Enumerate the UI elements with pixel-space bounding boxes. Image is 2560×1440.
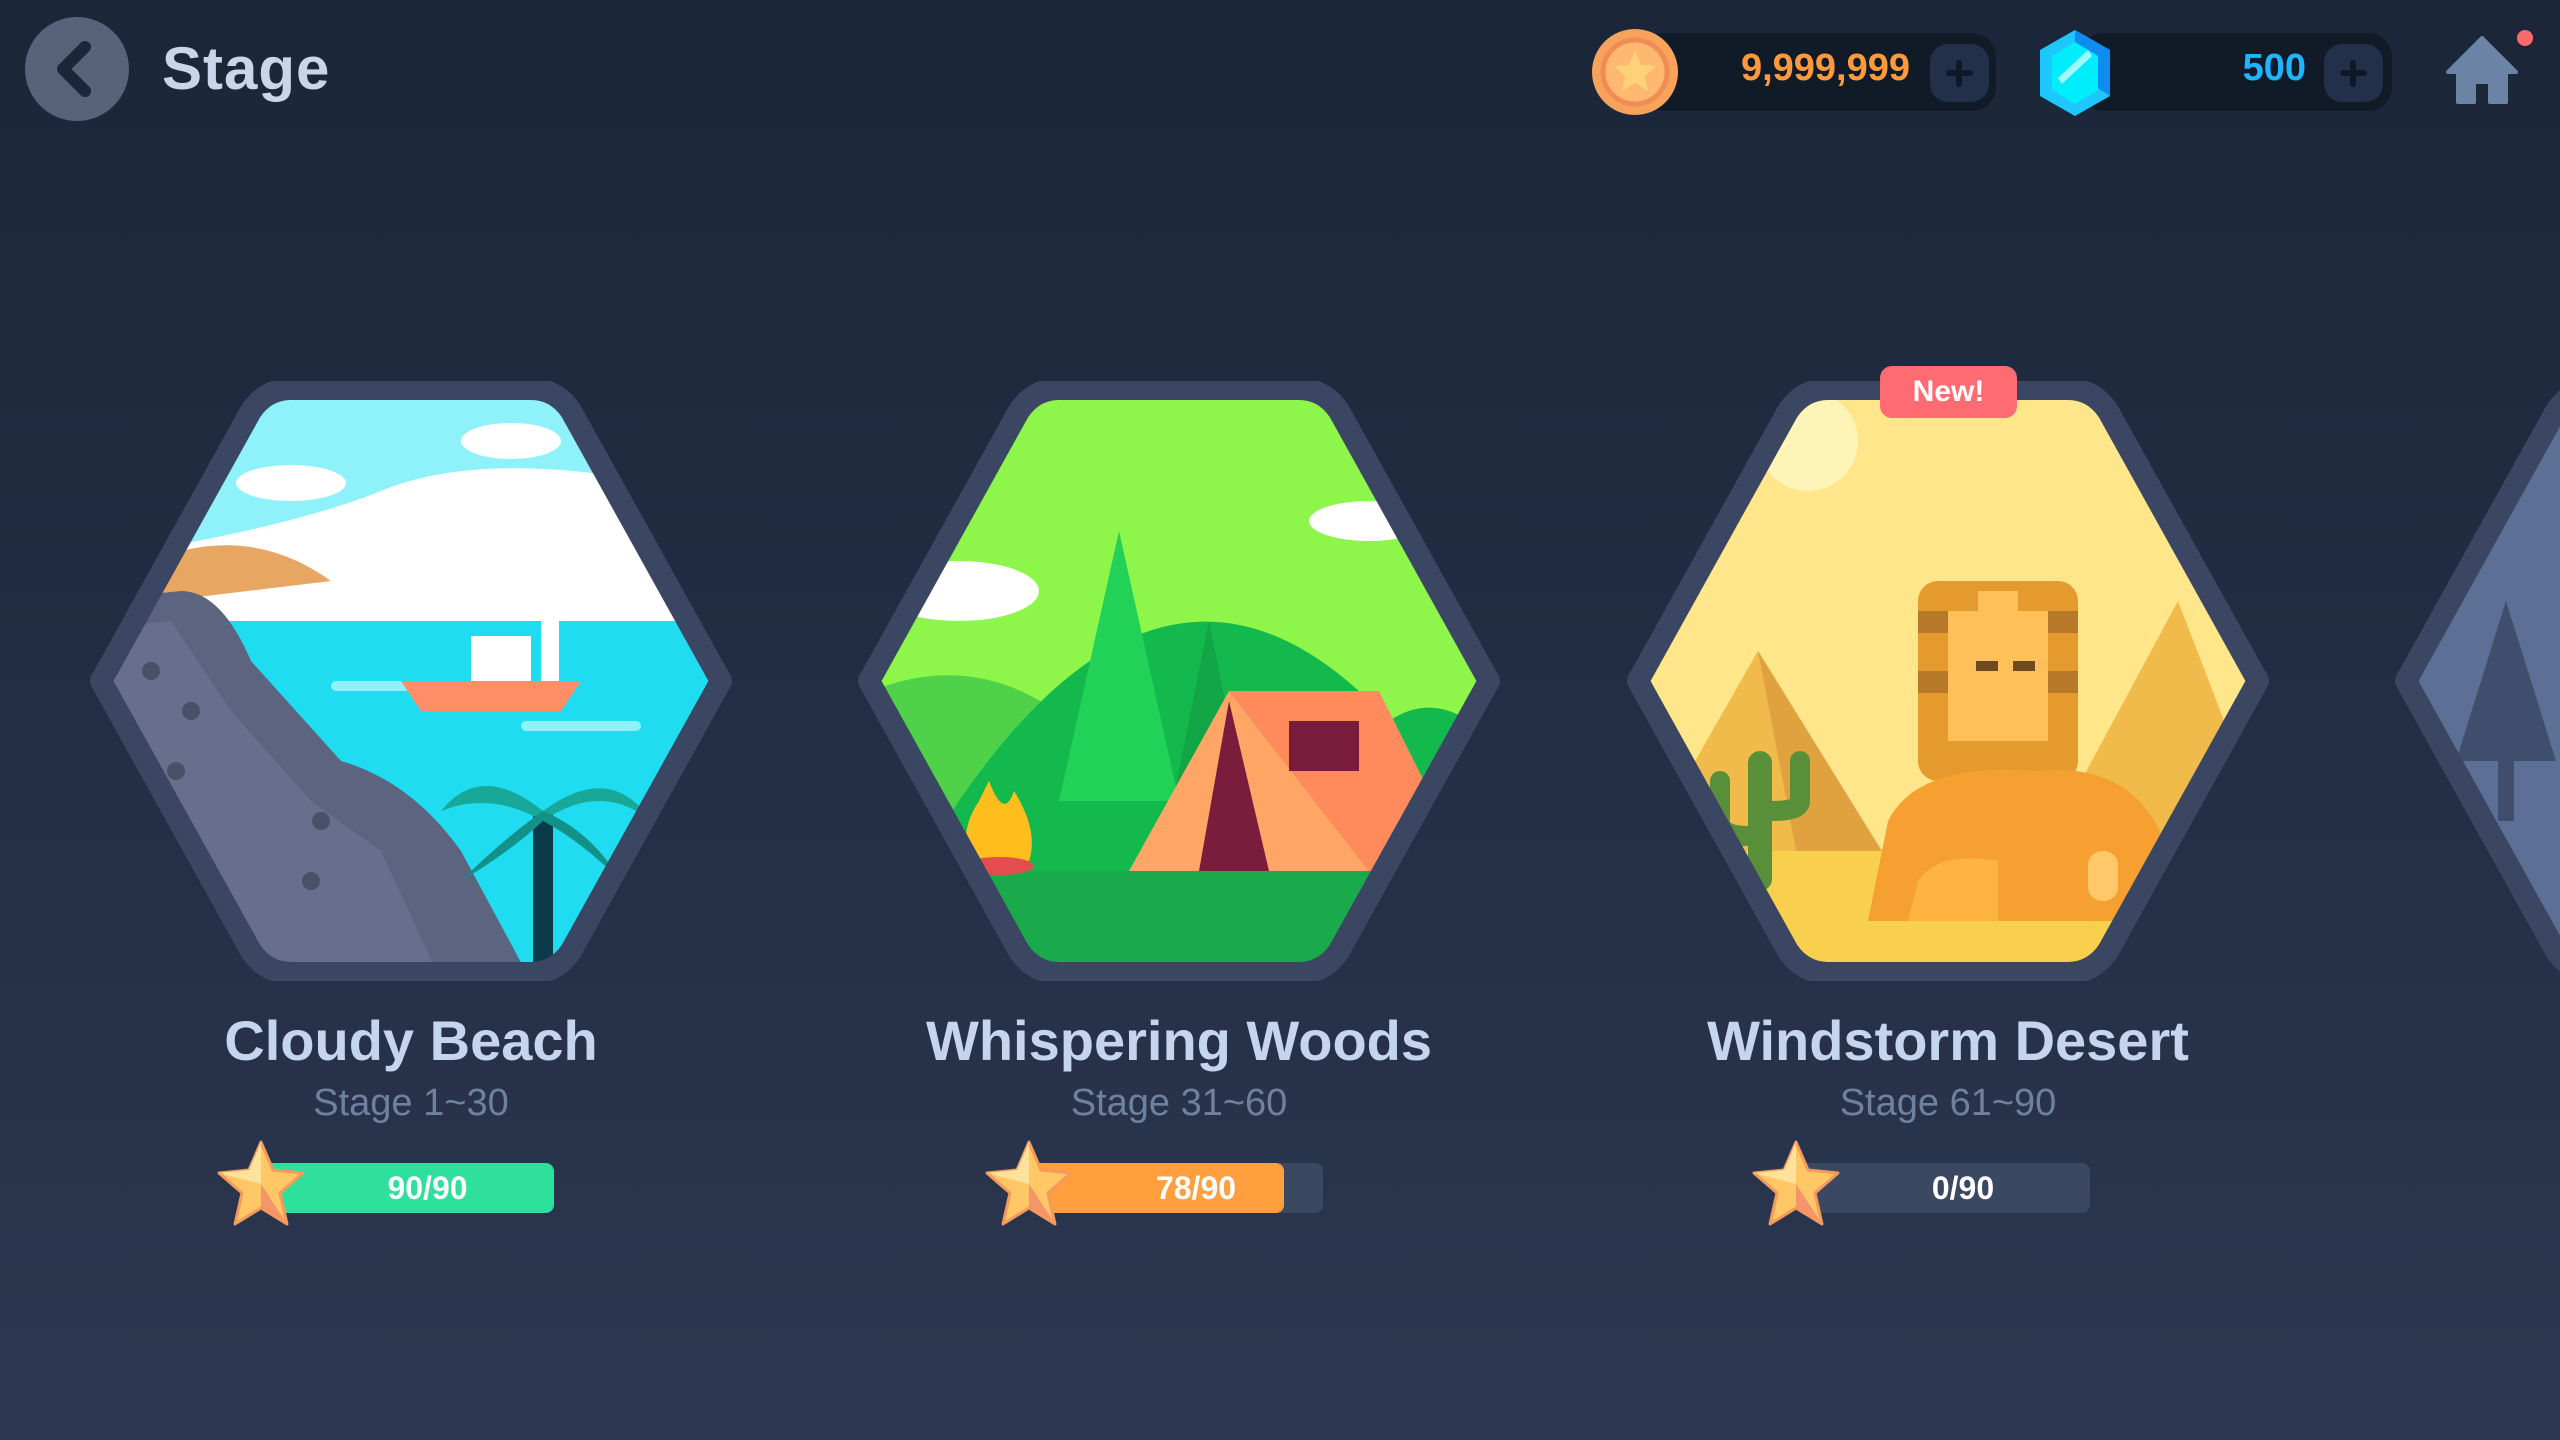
gem-icon (2040, 30, 2110, 116)
stage-card-cloudy-beach[interactable] (81, 381, 741, 981)
add-gems-button[interactable] (2324, 44, 2383, 102)
cloudy-beach-illustration (81, 381, 741, 981)
windstorm-desert-illustration (1618, 381, 2278, 981)
stage-name: Whispering Woods (925, 1009, 1433, 1072)
home-button[interactable] (2440, 30, 2550, 110)
stage-card-windstorm-desert[interactable] (1618, 381, 2278, 981)
star-icon (1752, 1140, 1840, 1226)
gem-amount: 500 (2242, 47, 2306, 89)
star-count: 0/90 (1931, 1170, 1995, 1206)
stage-name: Cloudy Beach (224, 1009, 598, 1072)
star-icon (217, 1140, 305, 1226)
add-coins-button[interactable] (1930, 44, 1989, 102)
notification-dot (2517, 30, 2533, 46)
page-title: Stage (162, 35, 331, 102)
coin-amount: 9,999,999 (1740, 47, 1910, 89)
stage-range: Stage 31~60 (1070, 1082, 1288, 1124)
star-count: 90/90 (387, 1170, 468, 1206)
home-icon (2446, 36, 2518, 104)
stage-card-whispering-woods[interactable] (849, 381, 1509, 981)
new-badge: New! (1880, 366, 2017, 418)
locked-stage-illustration (2386, 381, 2560, 981)
star-icon (985, 1140, 1073, 1226)
stage-range: Stage 61~90 (1839, 1082, 2057, 1124)
stage-range: Stage 1~30 (313, 1082, 509, 1124)
stage-card-locked[interactable] (2386, 381, 2560, 981)
chevron-left-icon (57, 41, 91, 97)
whispering-woods-illustration (849, 381, 1509, 981)
star-count: 78/90 (1155, 1170, 1237, 1206)
coin-icon (1592, 29, 1678, 115)
stage-name: Windstorm Desert (1707, 1009, 2189, 1072)
back-button[interactable] (25, 17, 129, 121)
